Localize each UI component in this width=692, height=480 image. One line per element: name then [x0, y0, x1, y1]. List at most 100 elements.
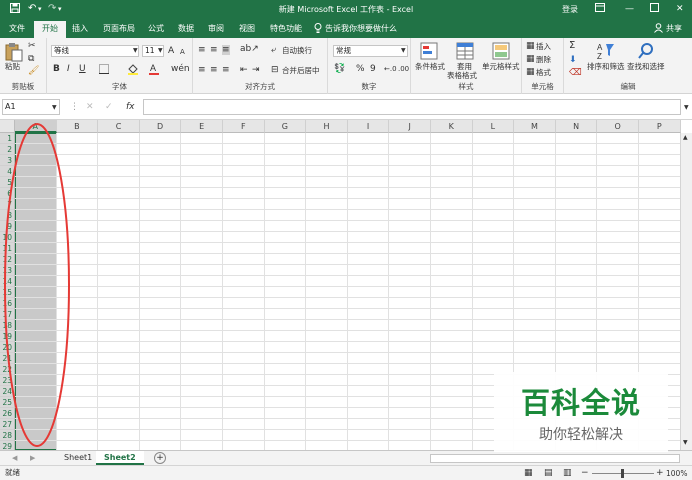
- clear-icon[interactable]: ⌫: [569, 68, 582, 78]
- horizontal-scrollbar[interactable]: [430, 454, 680, 463]
- editing-group: Σ ⬇ ⌫ AZ 排序和筛选 查找和选择 编辑: [564, 38, 692, 94]
- italic-button[interactable]: I: [67, 64, 70, 74]
- tab-file[interactable]: 文件: [9, 23, 25, 34]
- status-bar: 就绪 ▦ ▤ ▥ − + 100%: [0, 465, 692, 480]
- status-ready: 就绪: [5, 468, 20, 477]
- fill-color-icon[interactable]: [127, 63, 139, 78]
- tab-page-layout[interactable]: 页面布局: [103, 23, 135, 34]
- align-left-icon[interactable]: ≡: [198, 65, 206, 75]
- expand-formula-bar-icon[interactable]: ▼: [684, 103, 689, 113]
- underline-button[interactable]: U: [79, 64, 86, 74]
- normal-view-icon[interactable]: ▦: [524, 468, 533, 478]
- font-color-icon[interactable]: A: [148, 63, 160, 78]
- next-sheet-icon[interactable]: ▶: [30, 453, 35, 463]
- cut-icon[interactable]: ✂: [28, 41, 36, 51]
- number-format-select[interactable]: 常规: [333, 45, 408, 57]
- prev-sheet-icon[interactable]: ◀: [12, 453, 17, 463]
- autosum-icon[interactable]: Σ: [569, 41, 575, 51]
- merge-center-button[interactable]: 合并后居中: [282, 66, 320, 76]
- zoom-in-button[interactable]: +: [656, 468, 664, 478]
- chevron-down-icon: ▼: [158, 47, 163, 54]
- tab-view[interactable]: 视图: [239, 23, 255, 34]
- cancel-entry-icon[interactable]: ✕: [86, 102, 94, 112]
- align-center-icon[interactable]: ≡: [210, 65, 218, 75]
- zoom-out-button[interactable]: −: [581, 468, 589, 478]
- ribbon-display-options-icon[interactable]: [595, 3, 605, 16]
- delete-cells-icon[interactable]: ▦: [526, 54, 535, 64]
- tab-review[interactable]: 审阅: [208, 23, 224, 34]
- bottom-align-icon[interactable]: ≡: [222, 45, 230, 55]
- paste-icon[interactable]: [5, 42, 23, 62]
- zoom-level[interactable]: 100%: [666, 469, 687, 479]
- add-sheet-button[interactable]: +: [154, 452, 166, 464]
- font-name-select[interactable]: 等线: [51, 45, 139, 57]
- copy-icon[interactable]: ⧉: [28, 54, 34, 64]
- delete-cells-button[interactable]: 删除: [536, 55, 551, 65]
- phonetic-icon[interactable]: wén: [171, 64, 190, 74]
- fill-icon[interactable]: ⬇: [569, 55, 577, 65]
- find-select-button[interactable]: 查找和选择: [627, 62, 665, 72]
- conditional-formatting-button[interactable]: 条件格式: [415, 62, 445, 72]
- insert-cells-button[interactable]: 插入: [536, 42, 551, 52]
- tab-formulas[interactable]: 公式: [148, 23, 164, 34]
- format-cells-icon[interactable]: ▦: [526, 67, 535, 77]
- confirm-entry-icon[interactable]: ✓: [105, 102, 113, 112]
- increase-decimal-icon[interactable]: ←.0: [384, 64, 397, 74]
- share-button[interactable]: 共享: [666, 23, 682, 34]
- tell-me-search[interactable]: 告诉我你想要做什么: [325, 23, 397, 34]
- zoom-slider-thumb[interactable]: [621, 469, 624, 478]
- accounting-format-icon[interactable]: 💱: [334, 64, 345, 74]
- clipboard-group-label: 剪贴板: [11, 82, 35, 91]
- borders-icon[interactable]: [99, 64, 109, 77]
- page-layout-view-icon[interactable]: ▤: [544, 468, 553, 478]
- decrease-decimal-icon[interactable]: .00: [398, 64, 409, 74]
- sheet-tab-sheet2[interactable]: Sheet2: [96, 451, 144, 465]
- percent-style-button[interactable]: %: [356, 64, 365, 74]
- formula-options-icon: ⋮: [70, 102, 79, 112]
- insert-cells-icon[interactable]: ▦: [526, 41, 535, 51]
- shrink-font-icon[interactable]: A: [180, 47, 185, 57]
- format-cells-button[interactable]: 格式: [536, 68, 551, 78]
- font-group-label: 字体: [112, 82, 127, 91]
- sort-filter-icon[interactable]: AZ: [597, 42, 615, 61]
- wrap-text-icon[interactable]: ⤶: [271, 45, 276, 55]
- tab-data[interactable]: 数据: [178, 23, 194, 34]
- orientation-icon[interactable]: ab↗: [240, 44, 259, 54]
- tab-features[interactable]: 特色功能: [270, 23, 302, 34]
- decrease-indent-icon[interactable]: ⇤: [240, 65, 248, 75]
- align-right-icon[interactable]: ≡: [222, 65, 230, 75]
- find-select-icon[interactable]: [637, 42, 655, 60]
- maximize-icon[interactable]: [650, 3, 659, 16]
- tab-home[interactable]: 开始: [34, 21, 66, 38]
- close-icon[interactable]: ✕: [676, 3, 684, 15]
- top-align-icon[interactable]: ≡: [198, 45, 206, 55]
- paste-button[interactable]: 粘贴: [5, 62, 20, 72]
- watermark-title: 百科全说: [520, 386, 641, 420]
- page-break-view-icon[interactable]: ▥: [563, 468, 572, 478]
- format-painter-icon[interactable]: 🖌: [28, 66, 39, 76]
- cells-group-label: 单元格: [531, 82, 554, 91]
- merge-center-icon[interactable]: ⊟: [271, 65, 279, 75]
- format-as-table-icon[interactable]: [456, 42, 474, 60]
- sort-filter-button[interactable]: 排序和筛选: [587, 62, 625, 72]
- comma-style-button[interactable]: 9: [370, 64, 376, 74]
- cell-styles-icon[interactable]: [492, 42, 510, 60]
- tab-insert[interactable]: 插入: [72, 23, 88, 34]
- sheet-tab-sheet1[interactable]: Sheet1: [56, 451, 100, 465]
- cells-group: ▦ 插入 ▦ 删除 ▦ 格式 单元格: [522, 38, 564, 94]
- ribbon-tab-bar: 文件 开始 插入 页面布局 公式 数据 审阅 视图 特色功能 告诉我你想要做什么…: [0, 19, 692, 38]
- insert-function-button[interactable]: fx: [126, 102, 135, 112]
- share-icon[interactable]: [654, 23, 663, 36]
- format-as-table-line2[interactable]: 表格格式: [447, 71, 477, 81]
- cell-styles-button[interactable]: 单元格样式: [482, 62, 520, 72]
- grow-font-icon[interactable]: A: [168, 46, 174, 56]
- formula-input[interactable]: [143, 99, 681, 115]
- minimize-icon[interactable]: —: [625, 3, 634, 15]
- bold-button[interactable]: B: [53, 64, 60, 74]
- conditional-formatting-icon[interactable]: [420, 42, 438, 60]
- middle-align-icon[interactable]: ≡: [210, 45, 218, 55]
- chevron-down-icon[interactable]: ▼: [52, 103, 57, 113]
- wrap-text-button[interactable]: 自动换行: [282, 46, 312, 56]
- increase-indent-icon[interactable]: ⇥: [252, 65, 260, 75]
- login-link[interactable]: 登录: [562, 4, 578, 16]
